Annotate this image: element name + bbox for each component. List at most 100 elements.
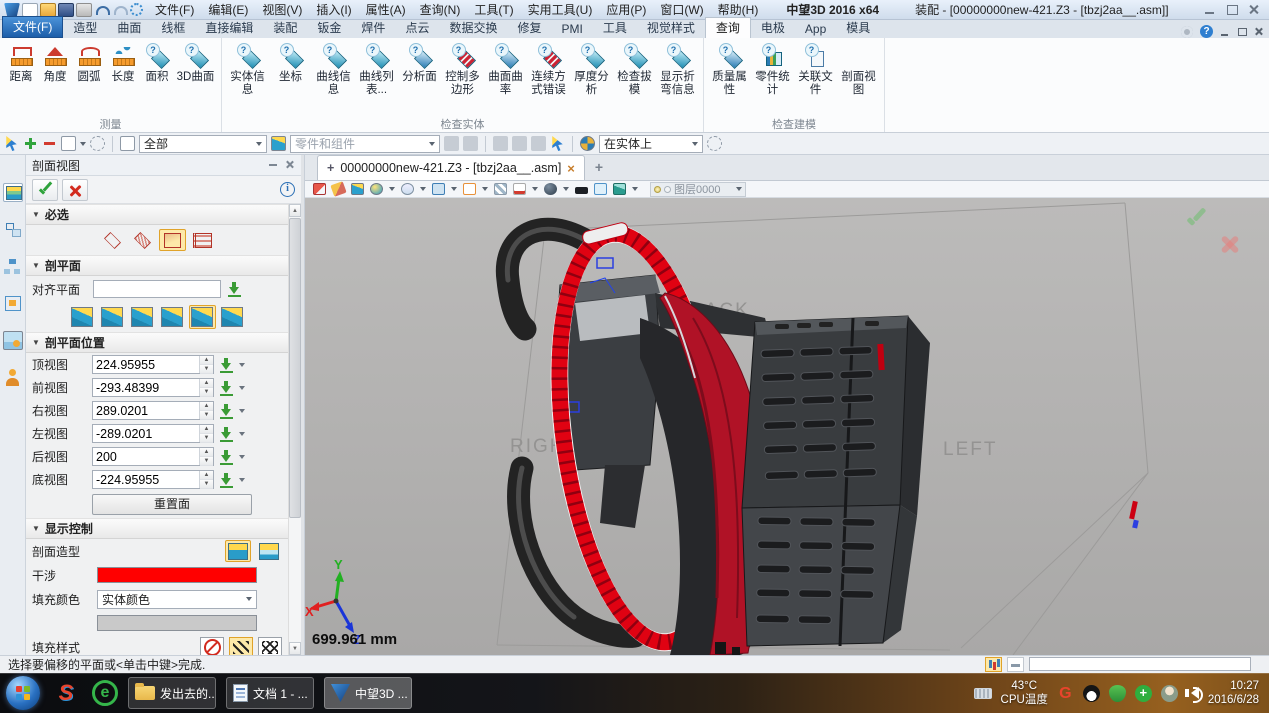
plane-display-icon[interactable] bbox=[432, 183, 445, 195]
plane-display-caret-icon[interactable] bbox=[451, 187, 457, 191]
spin-up-icon[interactable]: ▲ bbox=[200, 402, 213, 411]
doc-close-icon[interactable] bbox=[1254, 27, 1264, 37]
tab-weldments[interactable]: 焊件 bbox=[351, 18, 395, 38]
scroll-down-icon[interactable]: ▼ bbox=[289, 642, 301, 655]
doc-restore-icon[interactable] bbox=[1237, 27, 1247, 37]
plane-bottom-icon[interactable] bbox=[219, 305, 246, 329]
analyze-face-button[interactable]: 分析面 bbox=[398, 41, 441, 84]
spin-up-icon[interactable]: ▲ bbox=[200, 425, 213, 434]
speaker-icon[interactable] bbox=[1191, 687, 1199, 699]
interference-color-swatch[interactable] bbox=[97, 567, 257, 583]
info-icon[interactable]: i bbox=[280, 182, 295, 197]
viewport-3d[interactable]: BACK RIGHT LEFT BOTTOM FRONT bbox=[305, 198, 1269, 655]
checker-display-icon[interactable] bbox=[494, 183, 507, 195]
redo-icon[interactable] bbox=[112, 3, 128, 17]
filter-state-icon-2[interactable] bbox=[512, 136, 527, 151]
import-plane-icon[interactable] bbox=[226, 281, 243, 297]
entity-type-icon[interactable] bbox=[271, 136, 286, 151]
ghost-ok-icon[interactable] bbox=[1183, 206, 1209, 232]
import-value-icon[interactable] bbox=[218, 357, 235, 373]
tab-visualize[interactable]: 视觉样式 bbox=[637, 18, 705, 38]
import-value-icon[interactable] bbox=[218, 472, 235, 488]
window-display-icon[interactable] bbox=[594, 183, 607, 195]
minimize-button[interactable] bbox=[1203, 4, 1217, 16]
menu-view[interactable]: 视图(V) bbox=[262, 1, 302, 18]
save-icon[interactable] bbox=[58, 3, 74, 17]
curve-list-button[interactable]: 曲线列表... bbox=[355, 41, 398, 97]
assembly-model[interactable] bbox=[507, 212, 1138, 655]
plane-top-icon[interactable] bbox=[69, 305, 96, 329]
value-caret-icon[interactable] bbox=[239, 363, 245, 367]
pick-window-icon[interactable] bbox=[61, 136, 76, 151]
ghost-cancel-icon[interactable] bbox=[1217, 232, 1243, 258]
spin-up-icon[interactable]: ▲ bbox=[200, 356, 213, 365]
bend-info-button[interactable]: 显示折弯信息 bbox=[656, 41, 699, 97]
sogou-icon[interactable]: S bbox=[54, 681, 78, 705]
print-icon[interactable] bbox=[76, 3, 92, 17]
spin-down-icon[interactable]: ▼ bbox=[200, 365, 213, 374]
3d-surface-button[interactable]: 3D曲面 bbox=[174, 41, 217, 84]
spin-up-icon[interactable]: ▲ bbox=[200, 448, 213, 457]
taskbar-folder-button[interactable]: 发出去的... bbox=[128, 677, 216, 709]
uncapped-section-icon[interactable] bbox=[256, 540, 282, 562]
spin-down-icon[interactable]: ▼ bbox=[200, 388, 213, 397]
tab-data-exchange[interactable]: 数据交换 bbox=[439, 18, 507, 38]
display-mode-icon[interactable] bbox=[370, 183, 383, 195]
help-icon[interactable]: ? bbox=[1200, 25, 1213, 38]
section-plane-position[interactable]: ▼剖平面位置 bbox=[26, 332, 288, 353]
entity-filter-combo[interactable]: 零件和组件 bbox=[290, 135, 440, 153]
reset-plane-button[interactable]: 重置面 bbox=[92, 494, 252, 515]
plane-right-icon[interactable] bbox=[129, 305, 156, 329]
exit-section-icon[interactable] bbox=[313, 183, 326, 195]
wireframe-mode-icon[interactable] bbox=[401, 183, 414, 195]
fill-hatch-icon[interactable] bbox=[229, 637, 253, 655]
tab-sheet-metal[interactable]: 钣金 bbox=[307, 18, 351, 38]
menu-utilities[interactable]: 实用工具(U) bbox=[528, 1, 593, 18]
add-pick-icon[interactable] bbox=[23, 136, 38, 151]
value-caret-icon[interactable] bbox=[239, 455, 245, 459]
frame-display-icon[interactable] bbox=[463, 183, 476, 195]
cancel-button[interactable] bbox=[62, 179, 88, 201]
tab-electrode[interactable]: 电极 bbox=[751, 18, 795, 38]
pick-options-caret-icon[interactable] bbox=[80, 142, 86, 146]
display-mode-caret-icon[interactable] bbox=[389, 187, 395, 191]
tab-pmi[interactable]: PMI bbox=[551, 21, 592, 38]
pick-circle-icon[interactable] bbox=[90, 136, 105, 151]
menu-inquire[interactable]: 查询(N) bbox=[420, 1, 461, 18]
pick-cursor-icon[interactable] bbox=[4, 136, 19, 151]
select-arrow-icon[interactable] bbox=[550, 136, 565, 151]
panel-toggle-icon[interactable] bbox=[1007, 657, 1024, 672]
section-required[interactable]: ▼必选 bbox=[26, 204, 288, 225]
import-value-icon[interactable] bbox=[218, 380, 235, 396]
tab-file[interactable]: 文件(F) bbox=[2, 16, 63, 38]
unlink-toggle-icon[interactable] bbox=[463, 136, 478, 151]
spin-down-icon[interactable]: ▼ bbox=[200, 457, 213, 466]
menu-file[interactable]: 文件(F) bbox=[155, 1, 194, 18]
align-plane-input[interactable] bbox=[93, 280, 221, 298]
remove-pick-icon[interactable] bbox=[42, 136, 57, 151]
link-toggle-icon[interactable] bbox=[444, 136, 459, 151]
tab-surface[interactable]: 曲面 bbox=[107, 18, 151, 38]
keyboard-icon[interactable] bbox=[974, 688, 992, 699]
menu-help[interactable]: 帮助(H) bbox=[718, 1, 759, 18]
fill-color-swatch[interactable] bbox=[97, 615, 257, 631]
settings-gear-icon[interactable] bbox=[1181, 26, 1193, 38]
history-manager-icon[interactable] bbox=[3, 257, 23, 276]
user-tray-icon[interactable] bbox=[1161, 685, 1178, 702]
plane-left-icon[interactable] bbox=[159, 305, 186, 329]
menu-window[interactable]: 窗口(W) bbox=[660, 1, 703, 18]
control-polygon-button[interactable]: 控制多边形 bbox=[441, 41, 484, 97]
datum-display-icon[interactable] bbox=[513, 183, 526, 195]
thickness-analysis-button[interactable]: 厚度分析 bbox=[570, 41, 613, 97]
spin-up-icon[interactable]: ▲ bbox=[200, 471, 213, 480]
continuity-error-button[interactable]: 连续方式错误 bbox=[527, 41, 570, 97]
front-view-input[interactable] bbox=[93, 379, 199, 396]
doc-minimize-icon[interactable] bbox=[1220, 27, 1230, 37]
fill-crosshatch-icon[interactable] bbox=[258, 637, 282, 655]
plane-front-icon[interactable] bbox=[99, 305, 126, 329]
panel-scrollbar[interactable]: ▲ ▼ bbox=[288, 204, 301, 655]
spin-up-icon[interactable]: ▲ bbox=[200, 379, 213, 388]
section-profile-type-icon[interactable] bbox=[189, 229, 216, 251]
taskbar-zw3d-button[interactable]: 中望3D ... bbox=[324, 677, 412, 709]
snap-extra-icon[interactable] bbox=[707, 136, 722, 151]
